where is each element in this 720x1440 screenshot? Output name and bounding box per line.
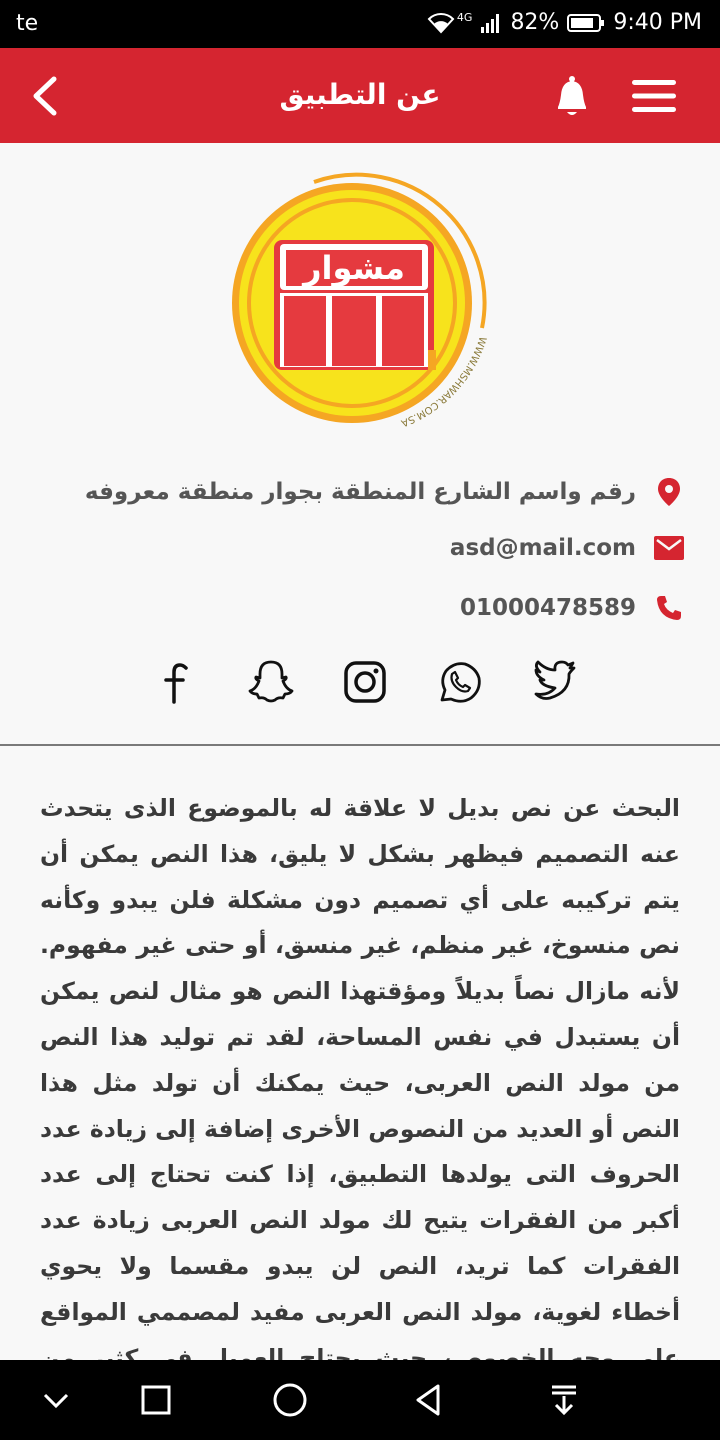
whatsapp-icon[interactable] [434,656,486,708]
phone-icon [654,593,684,623]
instagram-icon[interactable] [339,656,391,708]
carrier-label: te [16,11,39,36]
app-bar: عن التطبيق [0,48,720,143]
about-description: البحث عن نص بديل لا علاقة له بالموضوع ال… [40,794,680,1360]
app-logo: مشوار WWW.MSHWAR.COM.SA [232,172,488,428]
notification-pulldown-icon[interactable] [546,1382,582,1418]
facebook-icon[interactable] [150,656,202,708]
signal-icon [481,13,500,33]
address-row: رقم واسم الشارع المنطقة بجوار منطقة معرو… [85,470,684,514]
home-icon[interactable] [272,1382,308,1418]
network-type-label: 4G [456,11,473,24]
logo-text: مشوار [301,249,405,287]
battery-percent: 82% [510,10,560,35]
notification-bell-icon[interactable] [548,73,596,121]
wifi-icon [427,12,455,33]
email-row[interactable]: asd@mail.com [450,526,684,570]
mail-icon [654,533,684,563]
system-navigation-bar [0,1360,720,1440]
battery-icon [567,13,605,32]
phone-text[interactable]: 01000478589 [460,595,636,621]
social-icons-row [150,652,580,712]
address-text: رقم واسم الشارع المنطقة بجوار منطقة معرو… [84,479,636,505]
clock: 9:40 PM [613,10,702,35]
section-divider [0,744,720,746]
status-bar: te 4G 82% 9:40 PM [0,0,720,48]
email-text[interactable]: asd@mail.com [450,535,636,561]
status-indicators: 4G 82% 9:40 PM [427,10,702,35]
page-title: عن التطبيق [279,78,441,111]
location-pin-icon [654,477,684,507]
back-triangle-icon[interactable] [410,1382,446,1418]
recent-apps-icon[interactable] [138,1382,174,1418]
snapchat-icon[interactable] [245,656,297,708]
hamburger-menu-icon[interactable] [630,78,678,114]
hide-nav-chevron-icon[interactable] [38,1382,74,1418]
phone-row[interactable]: 01000478589 [460,586,684,630]
twitter-icon[interactable] [528,656,580,708]
